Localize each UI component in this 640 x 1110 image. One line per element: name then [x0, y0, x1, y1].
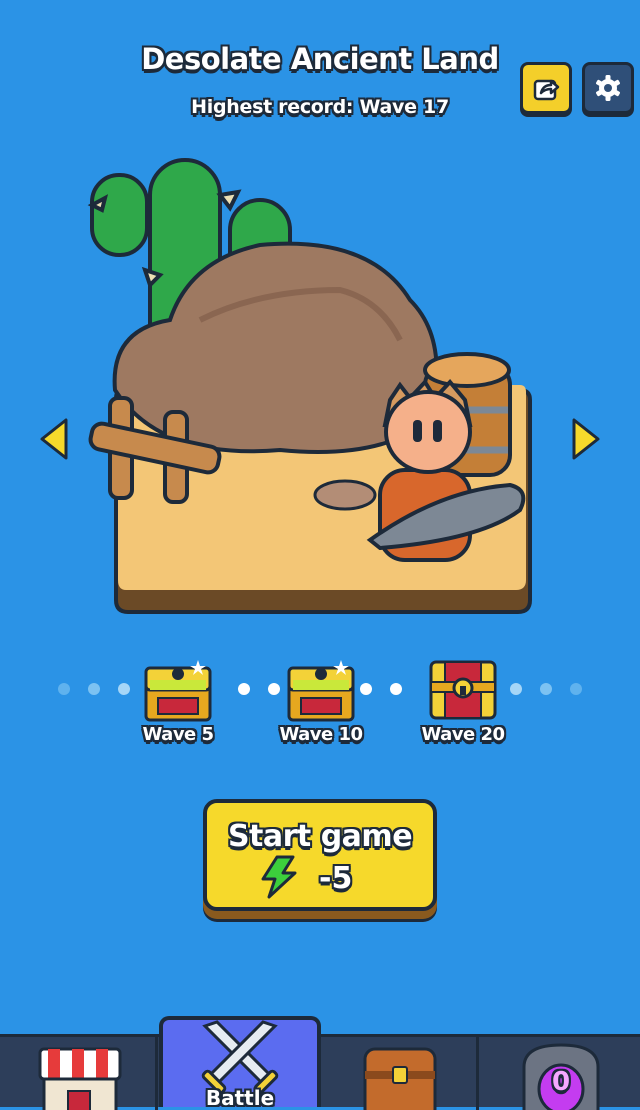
- level-preview-scene: [87, 158, 532, 614]
- tab-battle[interactable]: Battle: [159, 1016, 321, 1107]
- tab-battle-label: Battle: [205, 1086, 275, 1107]
- energy-bolt-icon: [261, 855, 297, 899]
- progress-dot: [540, 683, 552, 695]
- open-chest-icon: [144, 660, 212, 722]
- open-chest-icon: [287, 660, 355, 722]
- start-game-label: Start game: [227, 819, 413, 854]
- locked-chest-icon: [429, 660, 497, 720]
- reward-label: Wave 20: [421, 724, 505, 745]
- gear-icon: [596, 75, 620, 101]
- progress-dot: [570, 683, 582, 695]
- settings-button[interactable]: [582, 62, 634, 114]
- portal-badge: 0: [551, 1067, 571, 1097]
- tab-portal[interactable]: 0: [482, 1037, 640, 1110]
- reward-chest-wave-10[interactable]: [266, 654, 376, 728]
- progress-dot: [88, 683, 100, 695]
- progress-dot: [58, 683, 70, 695]
- chest-icon: [363, 1047, 437, 1110]
- progress-dot: [238, 683, 250, 695]
- share-icon: [533, 79, 560, 101]
- reward-chest-wave-5[interactable]: [123, 654, 233, 728]
- energy-cost: -5: [319, 861, 353, 896]
- previous-level-button[interactable]: [38, 416, 70, 462]
- triangle-left-icon: [40, 418, 68, 460]
- shop-icon: [38, 1047, 122, 1110]
- reward-label: Wave 5: [142, 724, 214, 745]
- reward-chest-wave-20[interactable]: [408, 654, 518, 728]
- start-game-button[interactable]: Start game -5: [203, 799, 437, 911]
- share-button[interactable]: [520, 62, 572, 114]
- progress-dot: [390, 683, 402, 695]
- next-level-button[interactable]: [570, 416, 602, 462]
- tab-inventory[interactable]: [321, 1037, 479, 1110]
- triangle-right-icon: [572, 418, 600, 460]
- reward-label: Wave 10: [279, 724, 363, 745]
- tab-shop[interactable]: [0, 1037, 158, 1110]
